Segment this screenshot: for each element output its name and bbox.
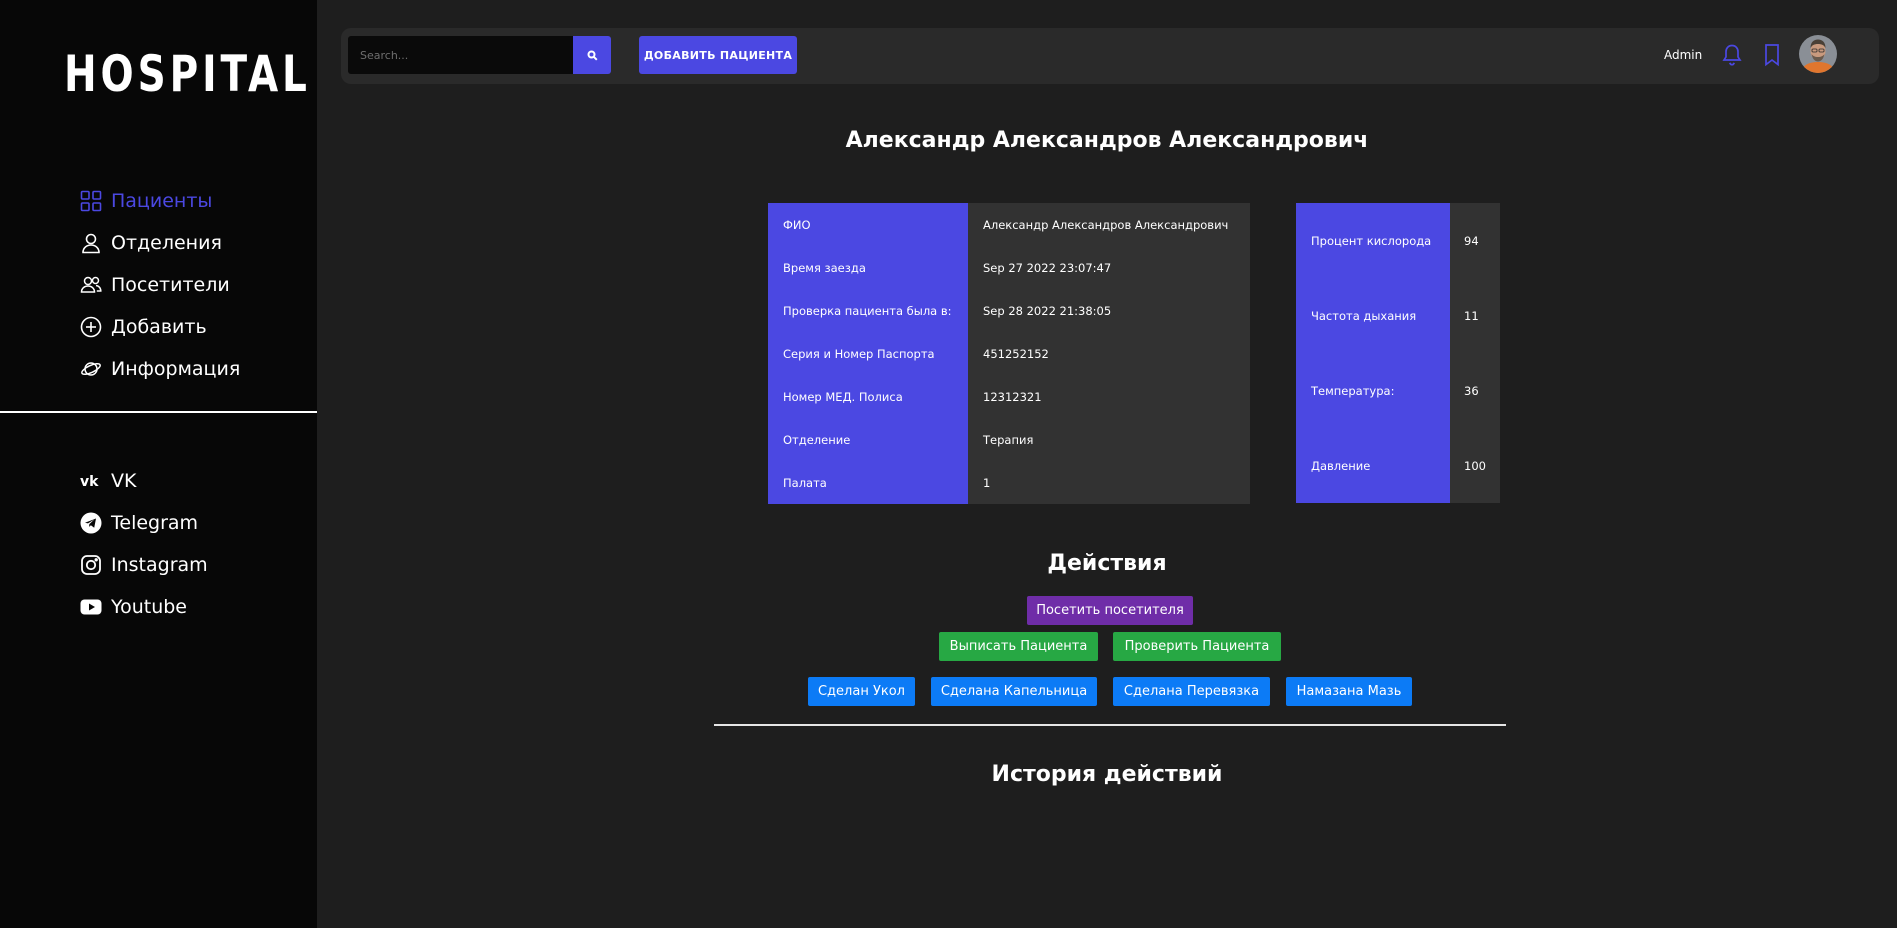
patient-info-table: ФИО Александр Александров Александрович … (768, 203, 1250, 504)
social-links: vk VK Telegram Instagram Youtube (80, 460, 208, 628)
table-row: Время заезда Sep 27 2022 23:07:47 (768, 246, 1250, 289)
bandage-done-button[interactable]: Сделана Перевязка (1113, 677, 1270, 706)
info-value: Sep 28 2022 21:38:05 (968, 289, 1250, 332)
vital-value: 36 (1450, 353, 1500, 428)
actions-title: Действия (1047, 551, 1167, 576)
social-link-telegram[interactable]: Telegram (80, 502, 208, 544)
youtube-icon (80, 596, 102, 618)
search-icon (587, 46, 598, 65)
vitals-table: Процент кислорода 94 Частота дыхания 11 … (1296, 203, 1500, 503)
vital-key: Процент кислорода (1296, 203, 1450, 278)
vital-key: Давление (1296, 428, 1450, 503)
sidebar-item-label: Посетители (111, 274, 230, 296)
info-key: ФИО (768, 203, 968, 246)
vital-value: 100 (1450, 428, 1500, 503)
sidebar: HOSPITAL Пациенты Отделения Посетители Д… (0, 0, 317, 928)
check-patient-button[interactable]: Проверить Пациента (1113, 632, 1281, 661)
bookmark-icon[interactable] (1763, 43, 1781, 71)
vital-key: Температура: (1296, 353, 1450, 428)
table-row: Температура: 36 (1296, 353, 1500, 428)
info-value: Александр Александров Александрович (968, 203, 1250, 246)
table-row: Частота дыхания 11 (1296, 278, 1500, 353)
table-row: Номер МЕД. Полиса 12312321 (768, 375, 1250, 418)
vital-key: Частота дыхания (1296, 278, 1450, 353)
vk-icon: vk (80, 470, 102, 492)
table-row: Отделение Терапия (768, 418, 1250, 461)
sidebar-item-label: Отделения (111, 232, 222, 254)
info-value: Терапия (968, 418, 1250, 461)
info-key: Палата (768, 461, 968, 504)
add-patient-button[interactable]: ДОБАВИТЬ ПАЦИЕНТА (639, 36, 797, 74)
sidebar-divider (0, 411, 317, 413)
avatar[interactable] (1799, 35, 1837, 73)
table-row: ФИО Александр Александров Александрович (768, 203, 1250, 246)
vital-value: 11 (1450, 278, 1500, 353)
grid-icon (80, 190, 102, 212)
sidebar-item-info[interactable]: Информация (80, 348, 240, 390)
info-value: Sep 27 2022 23:07:47 (968, 246, 1250, 289)
search-button[interactable] (573, 36, 611, 74)
ointment-applied-button[interactable]: Намазана Мазь (1286, 677, 1412, 706)
social-link-label: Telegram (111, 512, 199, 534)
social-link-label: Instagram (111, 554, 208, 576)
table-row: Проверка пациента была в: Sep 28 2022 21… (768, 289, 1250, 332)
social-link-label: VK (111, 470, 137, 492)
user-name[interactable]: Admin (1664, 48, 1702, 62)
sidebar-item-departments[interactable]: Отделения (80, 222, 240, 264)
sidebar-item-label: Информация (111, 358, 241, 380)
info-key: Проверка пациента была в: (768, 289, 968, 332)
table-row: Процент кислорода 94 (1296, 203, 1500, 278)
sidebar-item-patients[interactable]: Пациенты (80, 180, 240, 222)
injection-done-button[interactable]: Сделан Укол (808, 677, 915, 706)
info-key: Номер МЕД. Полиса (768, 375, 968, 418)
info-value: 1 (968, 461, 1250, 504)
sidebar-item-label: Добавить (111, 316, 207, 338)
telegram-icon (80, 512, 102, 534)
user-icon (80, 232, 102, 254)
discharge-patient-button[interactable]: Выписать Пациента (939, 632, 1098, 661)
info-key: Время заезда (768, 246, 968, 289)
app-logo[interactable]: HOSPITAL (64, 46, 311, 102)
table-row: Серия и Номер Паспорта 451252152 (768, 332, 1250, 375)
table-row: Палата 1 (768, 461, 1250, 504)
info-value: 451252152 (968, 332, 1250, 375)
sidebar-item-visitors[interactable]: Посетители (80, 264, 240, 306)
social-link-youtube[interactable]: Youtube (80, 586, 208, 628)
sidebar-item-label: Пациенты (111, 190, 213, 212)
bell-icon[interactable] (1722, 43, 1742, 71)
social-link-label: Youtube (111, 596, 187, 618)
page-title: Александр Александров Александрович (845, 128, 1369, 153)
planet-icon (80, 358, 102, 380)
topbar: ДОБАВИТЬ ПАЦИЕНТА Admin (341, 28, 1879, 84)
search-input[interactable] (348, 36, 574, 74)
info-value: 12312321 (968, 375, 1250, 418)
visit-visitor-button[interactable]: Посетить посетителя (1027, 596, 1193, 625)
sidebar-nav: Пациенты Отделения Посетители Добавить И… (80, 180, 240, 390)
social-link-vk[interactable]: vk VK (80, 460, 208, 502)
social-link-instagram[interactable]: Instagram (80, 544, 208, 586)
instagram-icon (80, 554, 102, 576)
users-icon (80, 274, 102, 296)
section-divider (714, 724, 1506, 726)
drip-done-button[interactable]: Сделана Капельница (931, 677, 1097, 706)
svg-text:vk: vk (80, 474, 99, 490)
plus-circle-icon (80, 316, 102, 338)
table-row: Давление 100 (1296, 428, 1500, 503)
sidebar-item-add[interactable]: Добавить (80, 306, 240, 348)
info-key: Отделение (768, 418, 968, 461)
history-title: История действий (991, 762, 1223, 787)
vital-value: 94 (1450, 203, 1500, 278)
info-key: Серия и Номер Паспорта (768, 332, 968, 375)
